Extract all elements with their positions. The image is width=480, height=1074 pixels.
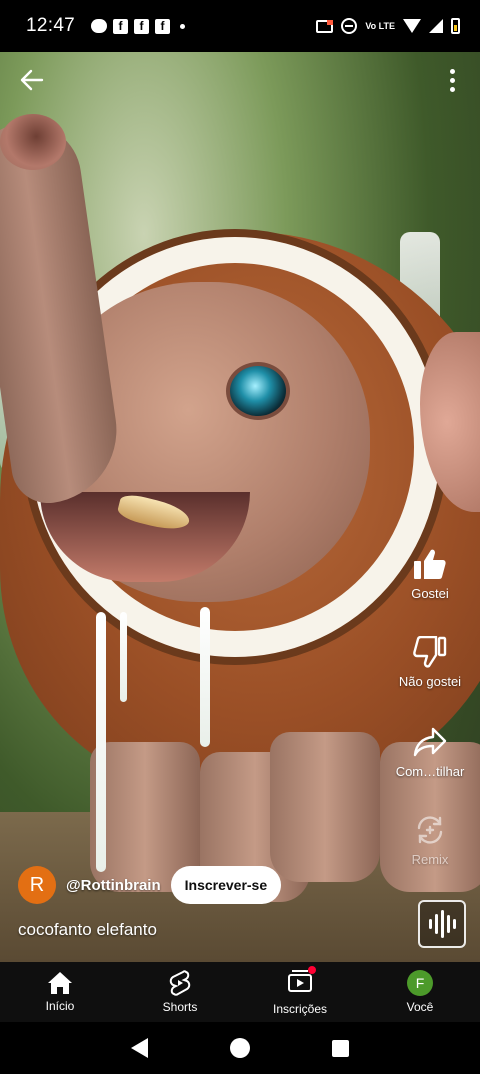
facebook-icon: f bbox=[155, 18, 171, 34]
wifi-icon bbox=[403, 19, 421, 33]
nav-home-label: Início bbox=[45, 999, 75, 1013]
facebook-icon: f bbox=[134, 18, 150, 34]
back-button[interactable] bbox=[16, 64, 48, 96]
video-title[interactable]: cocofanto elefanto bbox=[18, 920, 157, 940]
home-icon bbox=[48, 972, 72, 994]
nav-shorts-label: Shorts bbox=[162, 1000, 198, 1014]
remix-label: Remix bbox=[411, 852, 449, 867]
bottom-navigation: Início Shorts Inscrições F Você bbox=[0, 962, 480, 1022]
signal-icon bbox=[429, 19, 443, 33]
notification-icons: f f f bbox=[91, 18, 186, 34]
elephant-eye bbox=[226, 362, 290, 420]
share-button[interactable]: Com…tilhar bbox=[380, 726, 480, 779]
like-button[interactable]: Gostei bbox=[380, 548, 480, 601]
battery-icon bbox=[451, 18, 460, 34]
sound-wave-icon bbox=[428, 919, 432, 929]
nav-subscriptions[interactable]: Inscrições bbox=[240, 962, 360, 1022]
subscriptions-badge bbox=[308, 965, 316, 974]
system-navigation bbox=[0, 1022, 480, 1074]
nav-shorts[interactable]: Shorts bbox=[120, 962, 240, 1022]
milk-drip bbox=[120, 612, 127, 702]
shorts-icon bbox=[169, 970, 191, 996]
system-icons: Vo LTE bbox=[316, 18, 460, 34]
status-time: 12:47 bbox=[26, 15, 76, 36]
more-vert-icon bbox=[449, 68, 455, 74]
elephant-trunk-tip bbox=[0, 114, 66, 170]
status-bar: 12:47 f f f Vo LTE bbox=[0, 0, 480, 52]
milk-drip bbox=[200, 607, 210, 747]
share-label: Com…tilhar bbox=[395, 764, 465, 779]
thumbs-down-icon bbox=[413, 636, 447, 668]
more-notifications-dot bbox=[180, 23, 186, 29]
remix-icon bbox=[417, 816, 443, 844]
profile-avatar: F bbox=[407, 970, 433, 996]
do-not-disturb-icon bbox=[341, 18, 358, 34]
dislike-label: Não gostei bbox=[398, 674, 462, 689]
more-options-button[interactable] bbox=[440, 64, 464, 96]
channel-handle[interactable]: @Rottinbrain bbox=[66, 877, 161, 894]
facebook-icon: f bbox=[113, 18, 129, 34]
milk-drip bbox=[96, 612, 106, 872]
nav-you-label: Você bbox=[406, 1000, 434, 1014]
cast-icon bbox=[316, 19, 334, 33]
nav-you[interactable]: F Você bbox=[360, 962, 480, 1022]
remix-button[interactable]: Remix bbox=[380, 814, 480, 867]
dislike-button[interactable]: Não gostei bbox=[380, 636, 480, 689]
volte-label: Vo LTE bbox=[365, 20, 395, 31]
system-recents-button[interactable] bbox=[332, 1039, 349, 1057]
share-icon bbox=[413, 727, 447, 757]
like-label: Gostei bbox=[411, 586, 449, 601]
back-arrow-icon bbox=[20, 69, 44, 91]
thumbs-up-icon bbox=[414, 549, 446, 579]
nav-subscriptions-label: Inscrições bbox=[272, 1001, 328, 1016]
channel-row: R @Rottinbrain Inscrever-se bbox=[18, 866, 282, 904]
sound-button[interactable] bbox=[418, 900, 466, 948]
subscribe-button[interactable]: Inscrever-se bbox=[170, 866, 282, 904]
nav-home[interactable]: Início bbox=[0, 962, 120, 1022]
system-back-button[interactable] bbox=[131, 1038, 148, 1058]
channel-avatar[interactable]: R bbox=[18, 866, 56, 904]
elephant-leg bbox=[270, 732, 380, 882]
chat-icon bbox=[91, 19, 108, 33]
system-home-button[interactable] bbox=[230, 1038, 250, 1058]
